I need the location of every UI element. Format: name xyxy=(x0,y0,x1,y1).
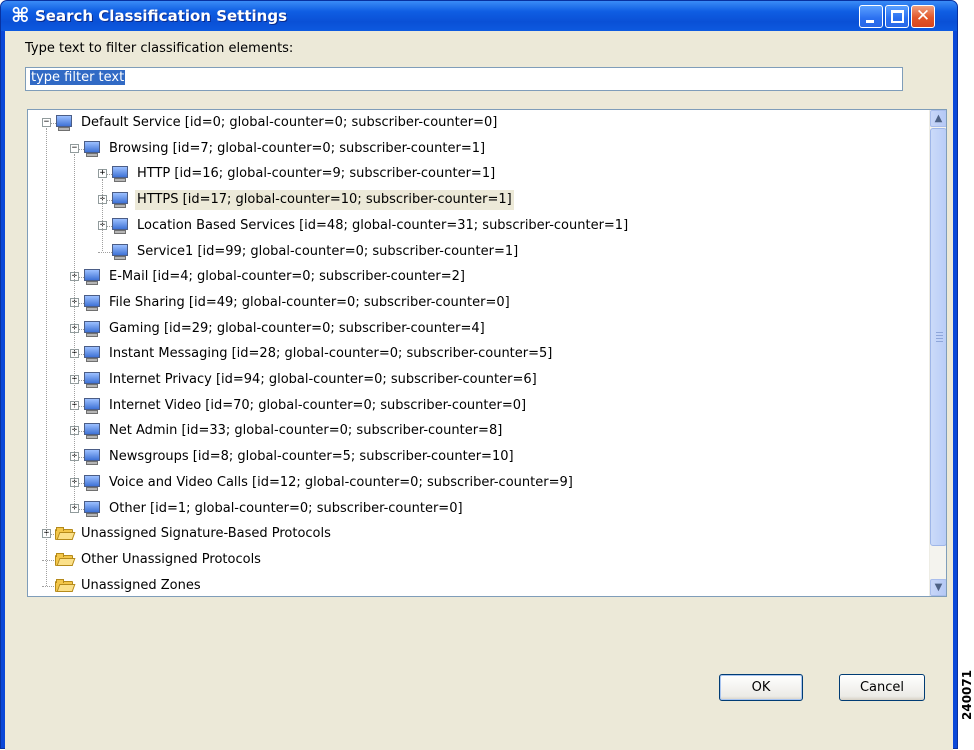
monitor-icon xyxy=(83,397,101,414)
tree-node-label: Other [id=1; global-counter=0; subscribe… xyxy=(109,500,463,516)
tree-node-label: Net Admin [id=33; global-counter=0; subs… xyxy=(109,423,503,439)
tree-node-label: Newsgroups [id=8; global-counter=5; subs… xyxy=(109,449,514,465)
tree-node-label: Gaming [id=29; global-counter=0; subscri… xyxy=(109,320,485,336)
tree-node-label: Internet Privacy [id=94; global-counter=… xyxy=(109,372,537,387)
tree-node-label: Default Service [id=0; global-counter=0;… xyxy=(81,115,498,130)
tree-node-label: File Sharing [id=49; global-counter=0; s… xyxy=(109,294,510,310)
tree-node[interactable]: Unassigned Zones xyxy=(28,576,908,596)
tree-node-label: Unassigned Zones xyxy=(81,577,201,593)
tree-node[interactable]: + Internet Privacy [id=94; global-counter… xyxy=(28,370,908,390)
tree-node-label: Internet Video [id=70; global-counter=0;… xyxy=(109,397,527,413)
monitor-icon xyxy=(111,166,129,183)
thumb-grip-icon xyxy=(936,341,943,342)
tree-viewport: − Default Service [id=0; global-counter=0… xyxy=(28,110,929,596)
maximize-icon xyxy=(891,10,904,23)
tree-node[interactable]: + File Sharing [id=49; global-counter=0; … xyxy=(28,293,908,313)
monitor-icon xyxy=(83,294,101,311)
tree-node[interactable]: + E-Mail [id=4; global-counter=0; subscri… xyxy=(28,267,908,287)
thumb-grip-icon xyxy=(936,338,943,339)
monitor-icon xyxy=(83,423,101,440)
minimize-button[interactable] xyxy=(859,5,883,28)
monitor-icon xyxy=(83,269,101,286)
folder-icon xyxy=(55,552,76,567)
close-button[interactable]: ✕ xyxy=(911,5,935,28)
filter-input-selected-text: type filter text xyxy=(30,70,126,85)
monitor-icon xyxy=(111,192,129,209)
tree-node-label: Voice and Video Calls [id=12; global-cou… xyxy=(109,474,573,490)
monitor-icon xyxy=(83,500,101,517)
folder-icon xyxy=(55,527,76,541)
tree-node[interactable]: + Unassigned Signature-Based Protocols xyxy=(28,524,908,544)
minimize-icon xyxy=(866,20,874,23)
cancel-button[interactable]: Cancel xyxy=(839,674,925,701)
dialog-window: ⌘ Search Classification Settings ✕ Type … xyxy=(0,0,958,750)
collapse-icon[interactable]: − xyxy=(70,143,79,153)
tree-node[interactable]: + Net Admin [id=33; global-counter=0; sub… xyxy=(28,421,908,441)
monitor-icon xyxy=(83,372,101,388)
app-icon: ⌘ xyxy=(11,3,30,27)
tree-node[interactable]: + Voice and Video Calls [id=12; global-co… xyxy=(28,473,908,493)
filter-input[interactable]: type filter text xyxy=(25,67,903,91)
monitor-icon xyxy=(111,217,129,234)
tree-guide-line xyxy=(102,179,103,252)
tree-node[interactable]: + HTTP [id=16; global-counter=9; subscrib… xyxy=(28,164,908,184)
scroll-up-button[interactable]: ▲ xyxy=(930,110,946,127)
tree-node[interactable]: + Location Based Services [id=48; global-… xyxy=(28,216,908,236)
tree-node-label: Location Based Services [id=48; global-c… xyxy=(137,217,629,233)
monitor-icon xyxy=(83,346,101,363)
monitor-icon xyxy=(55,115,73,131)
tree-node-label: Other Unassigned Protocols xyxy=(81,551,261,567)
tree-node[interactable]: Service1 [id=99; global-counter=0; subsc… xyxy=(28,242,908,262)
tree-node[interactable]: + HTTPS [id=17; global-counter=10; subscr… xyxy=(28,190,908,211)
vertical-scrollbar[interactable]: ▲ ▼ xyxy=(929,110,946,596)
figure-number-text: 240071 xyxy=(960,669,974,720)
tree-guide-line xyxy=(74,153,75,509)
tree-node[interactable]: + Instant Messaging [id=28; global-counte… xyxy=(28,344,908,364)
folder-icon xyxy=(55,578,76,593)
monitor-icon xyxy=(83,320,101,337)
window-title: Search Classification Settings xyxy=(35,7,288,25)
tree-node-label: HTTPS [id=17; global-counter=10; subscri… xyxy=(135,190,514,211)
tree-node[interactable]: + Internet Video [id=70; global-counter=0… xyxy=(28,396,908,416)
figure-number: 240071 xyxy=(960,660,974,740)
tree-node-label: Service1 [id=99; global-counter=0; subsc… xyxy=(137,243,519,259)
monitor-icon xyxy=(83,474,101,491)
tree-node-label: Instant Messaging [id=28; global-counter… xyxy=(109,346,553,362)
thumb-grip-icon xyxy=(936,335,943,336)
monitor-icon xyxy=(111,243,129,260)
tree-node[interactable]: + Gaming [id=29; global-counter=0; subscr… xyxy=(28,319,908,339)
tree-node[interactable]: Other Unassigned Protocols xyxy=(28,550,908,570)
tree-node[interactable]: − Browsing [id=7; global-counter=0; subsc… xyxy=(28,139,908,159)
scroll-down-button[interactable]: ▼ xyxy=(930,579,946,596)
title-bar[interactable]: ⌘ Search Classification Settings ✕ xyxy=(1,1,957,31)
tree-node-label: E-Mail [id=4; global-counter=0; subscrib… xyxy=(109,269,465,285)
monitor-icon xyxy=(83,449,101,466)
maximize-button[interactable] xyxy=(885,5,909,28)
expand-icon[interactable]: + xyxy=(98,169,107,179)
scroll-thumb[interactable] xyxy=(930,128,946,546)
thumb-grip-icon xyxy=(936,332,943,333)
classification-tree[interactable]: − Default Service [id=0; global-counter=0… xyxy=(27,109,947,597)
tree-guide-line xyxy=(46,128,47,586)
tree-node-label: Browsing [id=7; global-counter=0; subscr… xyxy=(109,140,486,156)
ok-button[interactable]: OK xyxy=(719,674,803,701)
filter-label: Type text to filter classification eleme… xyxy=(25,41,294,56)
monitor-icon xyxy=(83,140,101,157)
tree-node-label: HTTP [id=16; global-counter=9; subscribe… xyxy=(137,166,496,182)
tree-node-label: Unassigned Signature-Based Protocols xyxy=(81,526,331,542)
tree-node[interactable]: + Other [id=1; global-counter=0; subscrib… xyxy=(28,499,908,519)
close-icon: ✕ xyxy=(915,6,931,26)
tree-node[interactable]: + Newsgroups [id=8; global-counter=5; sub… xyxy=(28,447,908,467)
tree-node[interactable]: − Default Service [id=0; global-counter=0… xyxy=(28,113,908,133)
collapse-icon[interactable]: − xyxy=(42,118,51,127)
